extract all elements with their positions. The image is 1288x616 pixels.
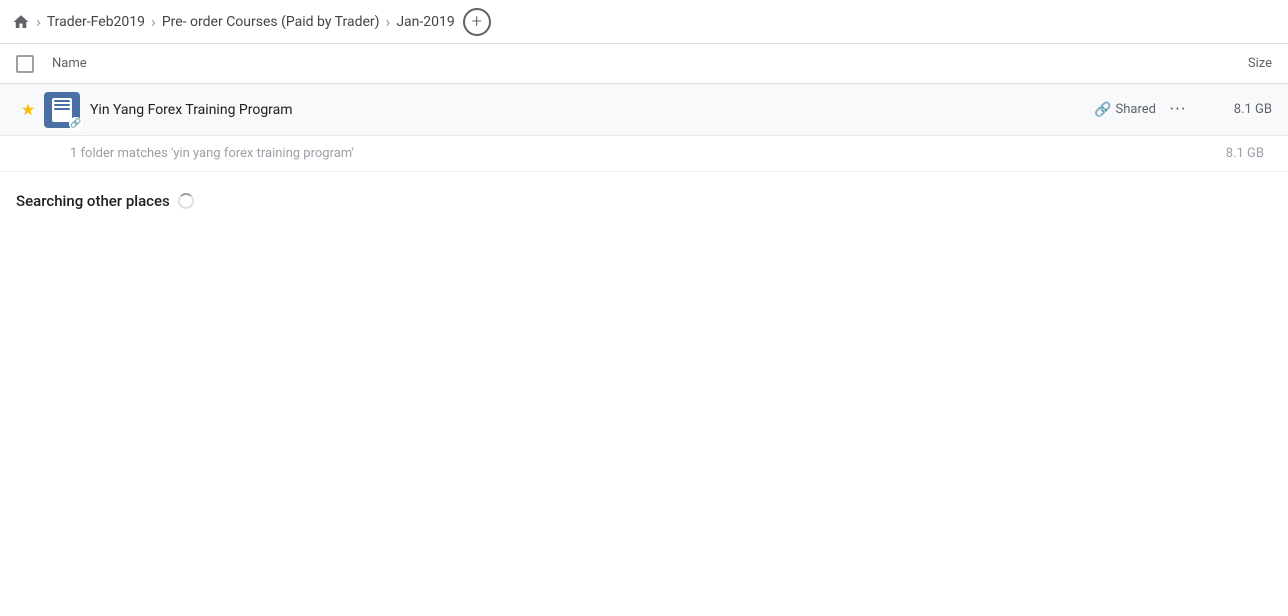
file-size: 8.1 GB bbox=[1192, 102, 1272, 117]
link-badge-icon: 🔗 bbox=[69, 117, 83, 131]
breadcrumb-sep-2: › bbox=[151, 12, 156, 31]
searching-section: Searching other places bbox=[0, 172, 1288, 220]
file-name[interactable]: Yin Yang Forex Training Program bbox=[90, 102, 1094, 118]
header-size-col: Size bbox=[1192, 56, 1272, 71]
file-row[interactable]: ★ 🔗 Yin Yang Forex Training Program 🔗 Sh… bbox=[0, 84, 1288, 136]
header-checkbox-col bbox=[16, 55, 52, 73]
breadcrumb-item-3[interactable]: Jan-2019 bbox=[396, 14, 454, 30]
breadcrumb-item-2[interactable]: Pre- order Courses (Paid by Trader) bbox=[162, 14, 380, 30]
shared-badge: 🔗 Shared bbox=[1094, 102, 1156, 118]
breadcrumb-item-1[interactable]: Trader-Feb2019 bbox=[47, 14, 145, 30]
home-icon bbox=[12, 13, 30, 31]
match-info-row: 1 folder matches 'yin yang forex trainin… bbox=[0, 136, 1288, 172]
more-options-button[interactable]: ··· bbox=[1164, 96, 1192, 124]
add-tab-button[interactable]: + bbox=[463, 8, 491, 36]
shared-link-icon: 🔗 bbox=[1094, 102, 1111, 118]
match-size: 8.1 GB bbox=[1226, 146, 1272, 161]
row-actions: 🔗 Shared ··· bbox=[1094, 96, 1192, 124]
match-text: 1 folder matches 'yin yang forex trainin… bbox=[70, 146, 354, 161]
star-icon[interactable]: ★ bbox=[16, 98, 40, 122]
breadcrumb-home[interactable] bbox=[12, 13, 30, 31]
searching-text: Searching other places bbox=[16, 192, 170, 210]
table-header: Name Size bbox=[0, 44, 1288, 84]
file-icon-inner bbox=[52, 98, 72, 122]
breadcrumb-sep-3: › bbox=[386, 12, 391, 31]
header-name-col: Name bbox=[52, 56, 1192, 71]
file-icon: 🔗 bbox=[44, 92, 80, 128]
loading-spinner bbox=[178, 193, 194, 209]
breadcrumb-sep-1: › bbox=[36, 12, 41, 31]
select-all-checkbox[interactable] bbox=[16, 55, 34, 73]
breadcrumb-bar: › Trader-Feb2019 › Pre- order Courses (P… bbox=[0, 0, 1288, 44]
